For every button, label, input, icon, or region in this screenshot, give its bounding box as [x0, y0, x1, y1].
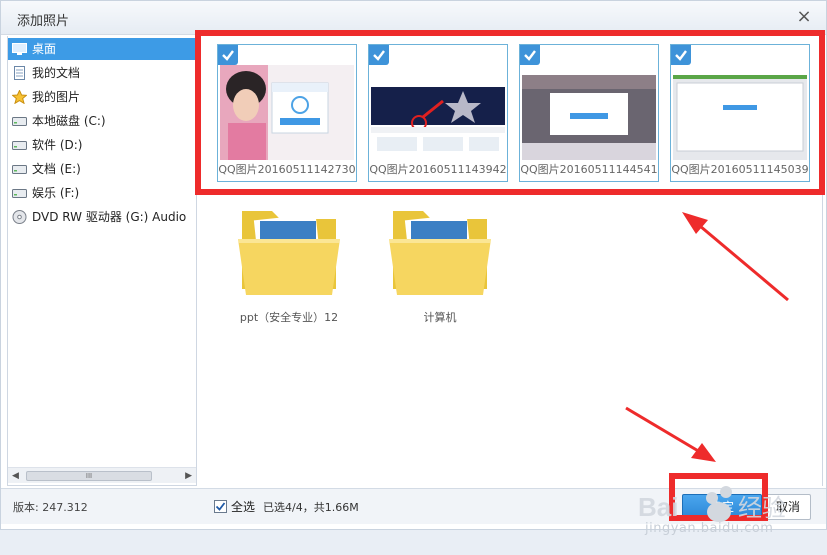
sidebar-item-desktop[interactable]: 桌面: [8, 38, 196, 60]
photo-thumbnail: [522, 65, 656, 160]
drive-icon: [12, 117, 27, 126]
sidebar-item-dvd-drive[interactable]: DVD RW 驱动器 (G:) Audio: [8, 206, 196, 228]
sidebar-item-label: 文档 (E:): [32, 162, 81, 176]
sidebar-item-my-documents[interactable]: 我的文档: [8, 62, 196, 84]
confirm-button[interactable]: 确定: [682, 494, 762, 520]
sidebar-item-drive-e[interactable]: 文档 (E:): [8, 158, 196, 180]
sidebar-item-label: 桌面: [32, 42, 57, 56]
folder-name: 计算机: [423, 311, 457, 324]
image-folder-icon: [238, 211, 340, 295]
folder-tree: 桌面 我的文档 我的图片 本地磁盘 (C:) 软件 (D:) 文档 (E:) 娱…: [7, 36, 197, 486]
footer-bar: 版本: 247.312 全选 已选4/4，共1.66M 确定 取消: [1, 488, 826, 524]
check-icon: [373, 50, 385, 61]
photo-tile[interactable]: QQ图片20160511142730: [217, 44, 357, 182]
sidebar-item-label: DVD RW 驱动器 (G:) Audio: [32, 210, 187, 224]
add-photo-dialog: 添加照片 × 桌面 我的文档 我的图片 本地磁盘 (C:) 软件 (D:) 文档…: [0, 0, 827, 530]
dvd-icon: [12, 210, 27, 224]
sidebar-item-label: 我的图片: [32, 90, 81, 104]
photo-tile[interactable]: QQ图片20160511145039: [670, 44, 810, 182]
photo-grid: QQ图片20160511142730 QQ图片20160511143942 QQ…: [198, 36, 823, 486]
select-all-label: 全选: [231, 500, 256, 514]
sidebar-item-label: 软件 (D:): [32, 138, 83, 152]
sidebar-item-drive-c[interactable]: 本地磁盘 (C:): [8, 110, 196, 132]
photo-thumbnail: [220, 65, 354, 160]
photo-checkbox[interactable]: [520, 45, 540, 65]
document-icon: [14, 66, 25, 80]
sidebar-horizontal-scrollbar[interactable]: ◀ III ▶: [8, 467, 196, 483]
drive-icon: [12, 141, 27, 150]
sidebar-item-my-pictures[interactable]: 我的图片: [8, 86, 196, 108]
sidebar-item-drive-f[interactable]: 娱乐 (F:): [8, 182, 196, 204]
desktop-icon: [12, 43, 27, 55]
sidebar-item-label: 娱乐 (F:): [32, 186, 80, 200]
sidebar-item-label: 本地磁盘 (C:): [32, 114, 106, 128]
watermark-url: jingyan.baidu.com: [645, 521, 774, 536]
check-icon: [675, 50, 687, 61]
scroll-left-icon[interactable]: ◀: [12, 471, 19, 481]
photo-filename: QQ图片20160511144541: [520, 163, 658, 176]
photo-thumbnail: [673, 65, 807, 160]
photo-checkbox[interactable]: [671, 45, 691, 65]
version-label: 版本: 247.312: [13, 501, 88, 514]
drive-icon: [12, 189, 27, 198]
star-icon: [12, 90, 27, 104]
sidebar-item-label: 我的文档: [32, 66, 81, 80]
check-icon: [215, 502, 226, 511]
photo-filename: QQ图片20160511143942: [369, 163, 507, 176]
scroll-right-icon[interactable]: ▶: [185, 471, 192, 481]
title-bar: 添加照片 ×: [1, 1, 826, 35]
selection-status: 已选4/4，共1.66M: [263, 501, 359, 514]
folder-name: ppt（安全专业）12: [239, 311, 339, 324]
photo-filename: QQ图片20160511145039: [671, 163, 809, 176]
scrollbar-thumb[interactable]: III: [26, 471, 152, 481]
cancel-button[interactable]: 取消: [765, 494, 811, 520]
close-icon[interactable]: ×: [794, 7, 814, 27]
check-icon: [524, 50, 536, 61]
photo-thumbnail: [371, 65, 505, 160]
photo-filename: QQ图片20160511142730: [218, 163, 356, 176]
drive-icon: [12, 165, 27, 174]
photo-checkbox[interactable]: [369, 45, 389, 65]
scrollbar-grip: III: [85, 472, 93, 480]
dialog-title: 添加照片: [17, 14, 70, 29]
photo-tile[interactable]: QQ图片20160511144541: [519, 44, 659, 182]
folder-item[interactable]: ppt（安全专业）12: [234, 201, 344, 324]
checkbox-box[interactable]: [214, 500, 227, 513]
image-folder-icon: [389, 211, 491, 295]
check-icon: [222, 50, 234, 61]
folder-item[interactable]: 计算机: [385, 201, 495, 324]
sidebar-item-drive-d[interactable]: 软件 (D:): [8, 134, 196, 156]
photo-tile[interactable]: QQ图片20160511143942: [368, 44, 508, 182]
photo-checkbox[interactable]: [218, 45, 238, 65]
